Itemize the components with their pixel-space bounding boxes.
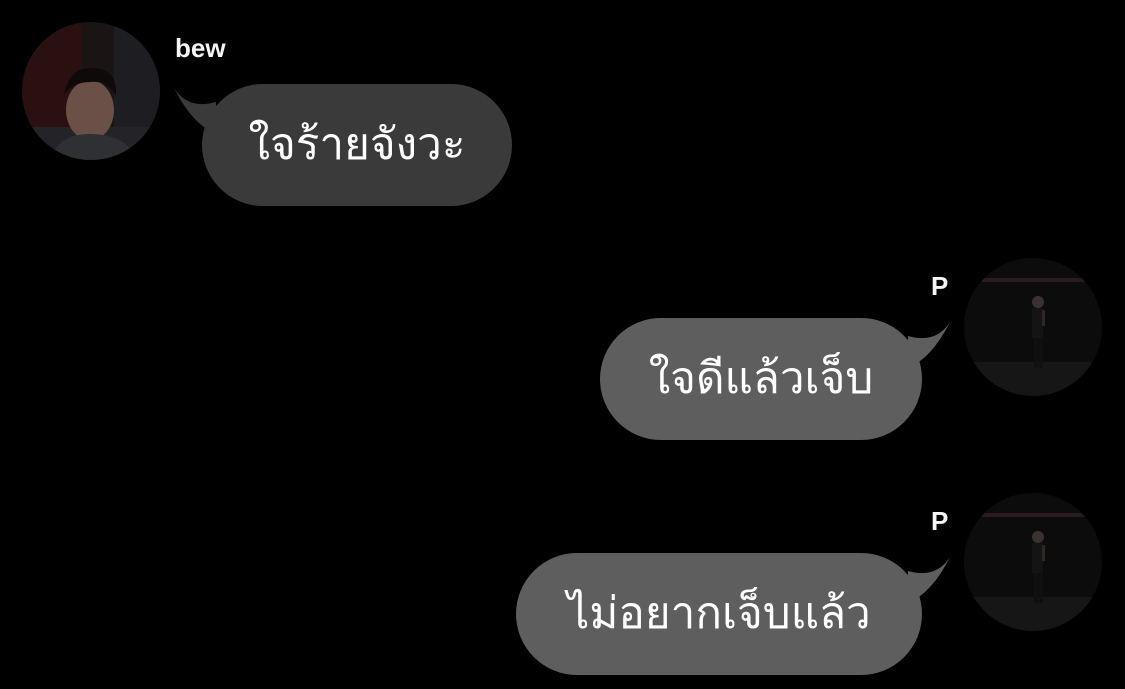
sender-name: bew xyxy=(175,33,226,63)
avatar-bew[interactable] xyxy=(22,22,160,160)
message-bubble[interactable]: ใจร้ายจังวะ xyxy=(202,84,512,206)
message-bubble[interactable]: ใจดีแล้วเจ็บ xyxy=(600,318,922,440)
message-text: ใจดีแล้วเจ็บ xyxy=(648,353,874,404)
profile-photo-icon xyxy=(964,258,1102,396)
avatar-p[interactable] xyxy=(964,258,1102,396)
message-text: ไม่อยากเจ็บแล้ว xyxy=(567,588,871,639)
sender-name: P xyxy=(931,506,949,536)
message-bubble[interactable]: ไม่อยากเจ็บแล้ว xyxy=(516,553,922,675)
profile-photo-icon xyxy=(964,493,1102,631)
sender-name: P xyxy=(931,271,949,301)
avatar-p[interactable] xyxy=(964,493,1102,631)
profile-photo-icon xyxy=(22,22,160,160)
message-text: ใจร้ายจังวะ xyxy=(248,119,466,170)
